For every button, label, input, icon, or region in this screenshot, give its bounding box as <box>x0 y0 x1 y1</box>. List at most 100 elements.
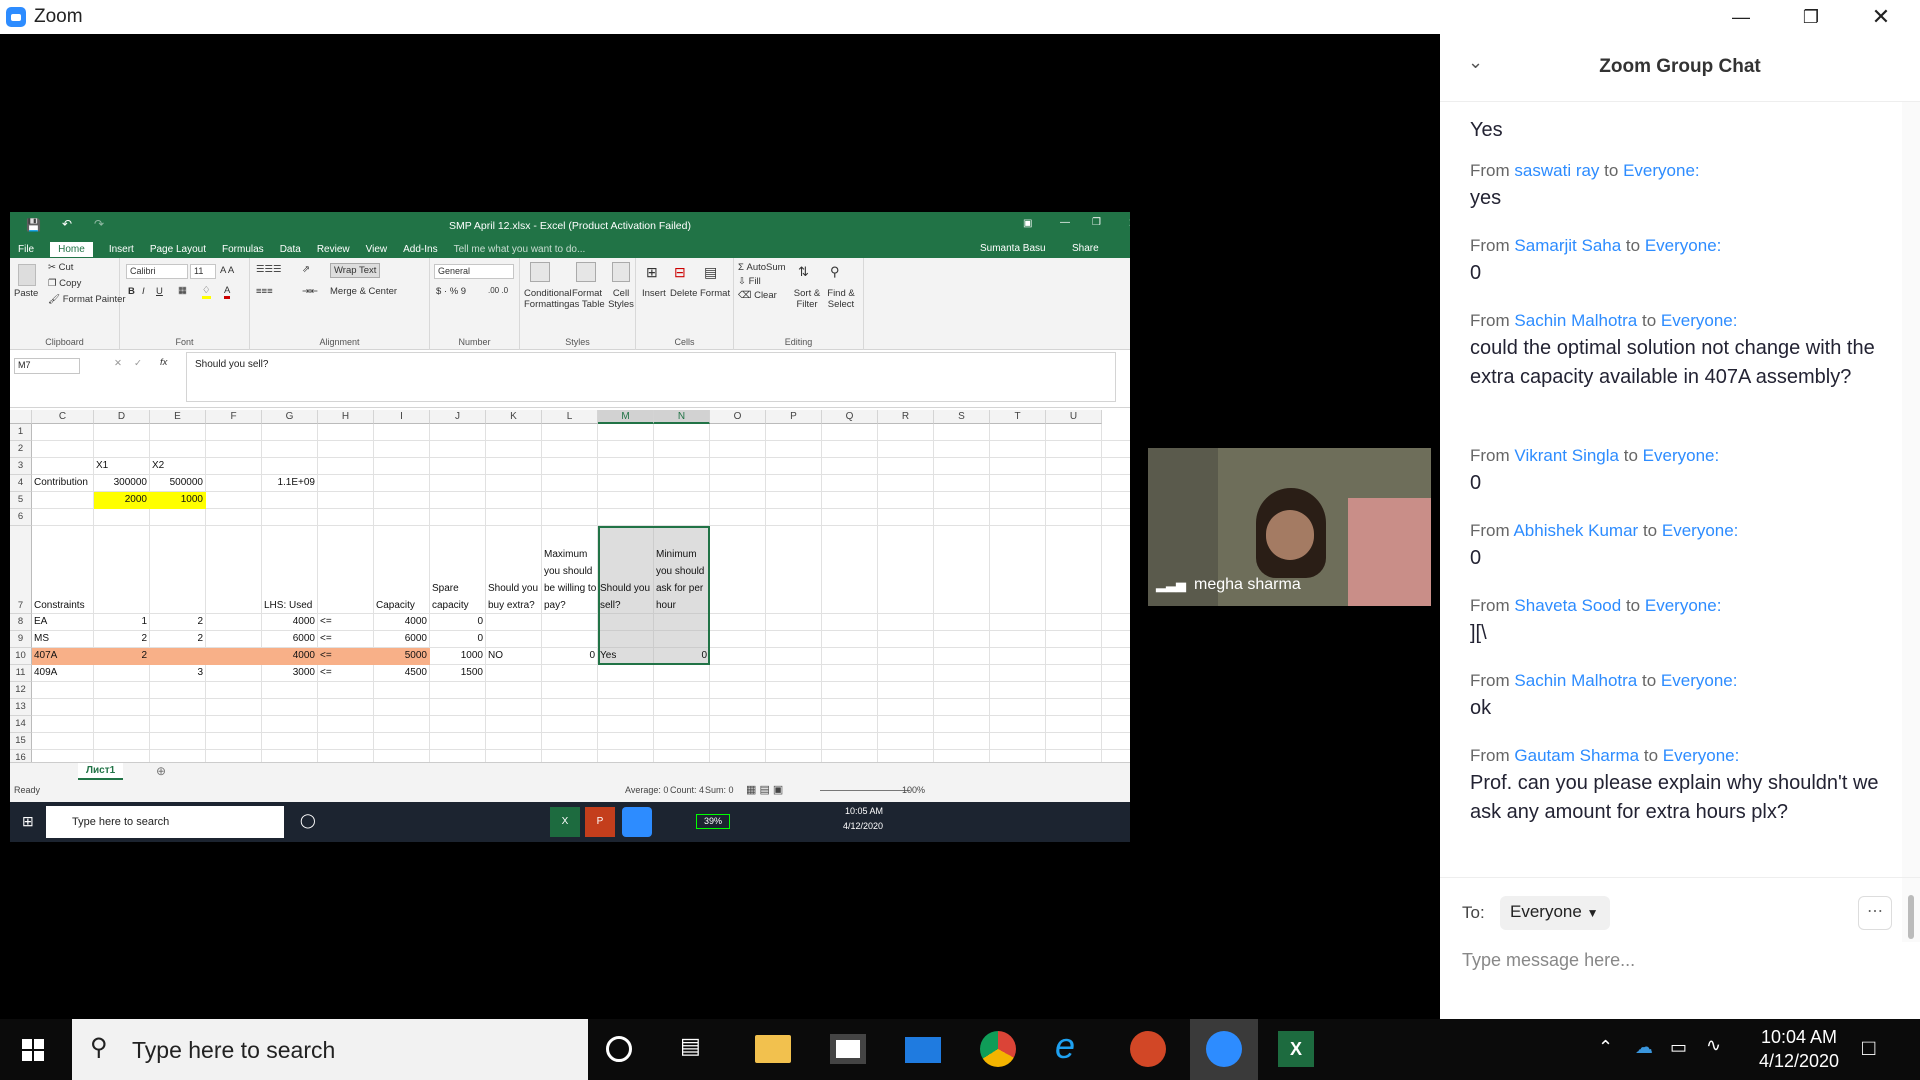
column-header[interactable]: N <box>654 410 710 424</box>
format-as-table-button[interactable]: Format as Table <box>568 288 606 310</box>
column-header[interactable]: L <box>542 410 598 424</box>
cell-k7[interactable]: Should you buy extra? <box>488 580 541 614</box>
recipient-name[interactable]: Everyone: <box>1663 746 1740 765</box>
conditional-formatting-button[interactable]: Conditional Formatting <box>524 288 572 310</box>
cell-h8[interactable]: <= <box>320 614 371 630</box>
align-left-icon[interactable]: ≡≡≡ <box>256 286 273 297</box>
cell-e3[interactable]: X2 <box>152 458 203 474</box>
row-header[interactable]: 5 <box>10 492 32 509</box>
close-button[interactable]: ✕ <box>1846 0 1916 34</box>
zoom-taskbar-active[interactable] <box>1190 1019 1258 1080</box>
tab-review[interactable]: Review <box>317 244 350 255</box>
store-icon[interactable] <box>830 1034 866 1064</box>
format-painter-button[interactable]: 🖌 Format Painter <box>48 294 126 305</box>
column-header[interactable]: H <box>318 410 374 424</box>
restore-button[interactable]: ❐ <box>1776 0 1846 34</box>
cell-n7[interactable]: Minimum you should ask for per hour <box>656 546 709 614</box>
chat-scrollbar[interactable] <box>1902 102 1920 942</box>
clear-button[interactable]: ⌫ Clear <box>738 290 777 301</box>
onedrive-icon[interactable]: ☁ <box>1635 1037 1653 1058</box>
currency-icon[interactable]: $ · % 9 <box>436 286 466 297</box>
column-header[interactable]: T <box>990 410 1046 424</box>
tab-add-ins[interactable]: Add-Ins <box>403 244 437 255</box>
chat-scroll-thumb[interactable] <box>1908 895 1914 939</box>
conditional-formatting-icon[interactable] <box>530 262 550 282</box>
cell-e8[interactable]: 2 <box>152 614 203 630</box>
cell-i7[interactable]: Capacity <box>376 597 429 614</box>
powerpoint-icon[interactable] <box>1130 1031 1166 1067</box>
cell-j9[interactable]: 0 <box>432 631 483 647</box>
zoom-slider[interactable] <box>820 790 910 791</box>
cell-m10[interactable]: Yes <box>600 648 651 664</box>
merge-center-button[interactable]: Merge & Center <box>330 286 397 297</box>
chrome-icon[interactable] <box>980 1031 1016 1067</box>
confirm-formula-icon[interactable]: ✓ <box>134 358 142 369</box>
tab-insert[interactable]: Insert <box>109 244 134 255</box>
sender-name[interactable]: Abhishek Kumar <box>1513 521 1638 540</box>
cell-i10[interactable]: 5000 <box>376 648 427 664</box>
chat-input[interactable]: Type message here... <box>1462 942 1892 982</box>
underline-button[interactable]: U <box>156 286 163 297</box>
cell-c7[interactable]: Constraints <box>34 597 93 614</box>
tab-data[interactable]: Data <box>280 244 301 255</box>
cell-e5[interactable]: 1000 <box>152 492 203 508</box>
view-normal-icon[interactable]: ▦ ▤ ▣ <box>746 783 783 796</box>
tab-page-layout[interactable]: Page Layout <box>150 244 206 255</box>
column-header[interactable]: Q <box>822 410 878 424</box>
font-color-icon[interactable]: A <box>224 285 231 299</box>
tab-file[interactable]: File <box>18 244 34 255</box>
row-header[interactable]: 8 <box>10 614 32 631</box>
paste-icon[interactable] <box>18 264 36 286</box>
cell-l10[interactable]: 0 <box>544 648 595 664</box>
tab-formulas[interactable]: Formulas <box>222 244 264 255</box>
select-all-corner[interactable] <box>10 410 32 424</box>
autosum-button[interactable]: Σ AutoSum <box>738 262 786 273</box>
row-header[interactable]: 1 <box>10 424 32 441</box>
wrap-text-button[interactable]: Wrap Text <box>330 263 381 278</box>
row-header[interactable]: 9 <box>10 631 32 648</box>
sender-name[interactable]: Gautam Sharma <box>1514 746 1639 765</box>
row-header[interactable]: 11 <box>10 665 32 682</box>
cell-i8[interactable]: 4000 <box>376 614 427 630</box>
borders-icon[interactable]: ▦ <box>178 285 187 296</box>
italic-button[interactable]: I <box>142 286 145 297</box>
column-header[interactable]: K <box>486 410 542 424</box>
paste-button[interactable]: Paste <box>14 288 38 299</box>
sender-name[interactable]: Shaveta Sood <box>1514 596 1621 615</box>
row-header[interactable]: 6 <box>10 509 32 526</box>
format-table-icon[interactable] <box>576 262 596 282</box>
recipient-name[interactable]: Everyone: <box>1662 521 1739 540</box>
row-header[interactable]: 12 <box>10 682 32 699</box>
tray-chevron-icon[interactable]: ⌃ <box>1598 1037 1613 1058</box>
cell-g7[interactable]: LHS: Used <box>264 597 317 614</box>
decimal-icon[interactable]: .00 .0 <box>488 286 508 295</box>
row-header[interactable]: 15 <box>10 733 32 750</box>
column-header[interactable]: P <box>766 410 822 424</box>
task-view-icon[interactable]: ▤ <box>680 1033 716 1069</box>
more-options-button[interactable]: ⋯ <box>1858 896 1892 930</box>
format-cells-button[interactable]: Format <box>700 288 730 299</box>
cortana-icon[interactable] <box>606 1036 632 1062</box>
recipient-name[interactable]: Everyone: <box>1643 446 1720 465</box>
cell-styles-button[interactable]: Cell Styles <box>608 288 634 310</box>
align-top-icon[interactable]: ☰☰☰ <box>256 264 282 275</box>
sheet-tab[interactable]: Лист1 <box>78 763 124 780</box>
mail-icon[interactable] <box>905 1037 941 1063</box>
sort-filter-button[interactable]: Sort & Filter <box>792 288 822 310</box>
column-header[interactable]: O <box>710 410 766 424</box>
function-icon[interactable]: fx <box>160 357 167 368</box>
excel-close-button[interactable]: ✕ <box>1128 216 1130 230</box>
cell-d8[interactable]: 1 <box>96 614 147 630</box>
row-header[interactable]: 3 <box>10 458 32 475</box>
orientation-icon[interactable]: ⇗ <box>302 264 310 275</box>
cell-g10[interactable]: 4000 <box>264 648 315 664</box>
row-header[interactable]: 4 <box>10 475 32 492</box>
sender-name[interactable]: Sachin Malhotra <box>1514 311 1637 330</box>
recipient-name[interactable]: Everyone: <box>1645 236 1722 255</box>
excel-window[interactable]: 💾 ↶ ↷ SMP April 12.xlsx - Excel (Product… <box>10 212 1130 842</box>
cell-i9[interactable]: 6000 <box>376 631 427 647</box>
cell-d3[interactable]: X1 <box>96 458 147 474</box>
spreadsheet-grid[interactable]: C D E F G H I J K L M N O P Q R S T U 1 2 3 4 5 6 7 8 9 10 11 12 13 14 15… <box>10 410 1130 767</box>
cell-i11[interactable]: 4500 <box>376 665 427 681</box>
column-header[interactable]: R <box>878 410 934 424</box>
